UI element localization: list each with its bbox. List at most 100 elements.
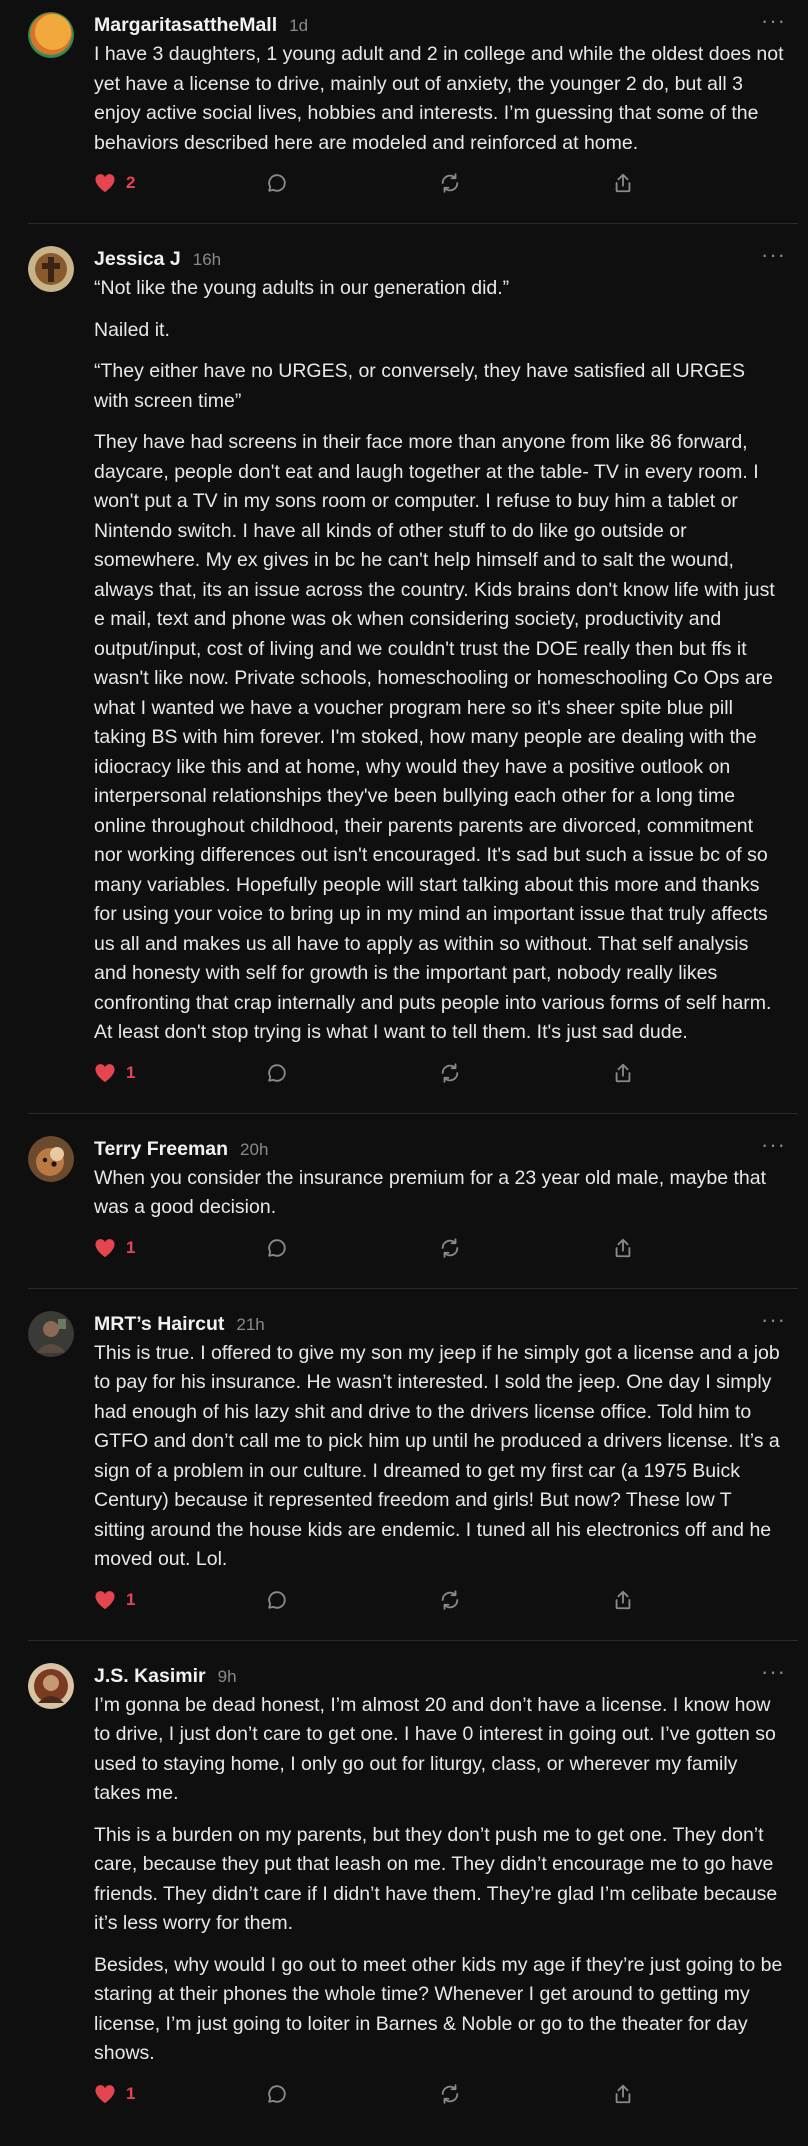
comment: ··· J.S. Kasimir 9h I’m gonna be dead ho… xyxy=(28,1641,798,2114)
author-name[interactable]: MRT’s Haircut xyxy=(94,1309,224,1339)
comment-bubble-icon xyxy=(268,1063,286,1082)
share-icon xyxy=(615,2084,631,2103)
comment-actions: 1 xyxy=(94,1580,784,1620)
comment-header: Jessica J 16h xyxy=(94,244,784,274)
author-name[interactable]: Terry Freeman xyxy=(94,1134,228,1164)
reply-button[interactable] xyxy=(266,1061,288,1085)
timestamp[interactable]: 20h xyxy=(240,1135,268,1165)
avatar[interactable] xyxy=(28,1662,74,1709)
comment: ··· Terry Freeman 20h When you consider … xyxy=(28,1114,798,1289)
reply-button[interactable] xyxy=(266,1236,288,1260)
cross-photo-avatar xyxy=(28,246,74,292)
comment-header: Terry Freeman 20h xyxy=(94,1134,784,1164)
like-count: 1 xyxy=(126,1062,136,1082)
avatar[interactable] xyxy=(28,1135,74,1182)
comment-paragraph: “Not like the young adults in our genera… xyxy=(94,277,510,299)
comment-actions: 2 xyxy=(94,163,784,203)
comment-paragraph: Besides, why would I go out to meet othe… xyxy=(94,1953,783,2065)
more-options-icon[interactable]: ··· xyxy=(761,1132,786,1158)
restack-button[interactable] xyxy=(439,1061,461,1085)
author-name[interactable]: J.S. Kasimir xyxy=(94,1661,206,1691)
comment-body: This is true. I offered to give my son m… xyxy=(94,1339,784,1575)
dog-photo-avatar xyxy=(28,1135,74,1182)
more-options-icon[interactable]: ··· xyxy=(761,1307,786,1333)
restack-icon xyxy=(441,1062,459,1083)
comment: ··· MRT’s Haircut 21h This is true. I of… xyxy=(28,1289,798,1641)
like-button[interactable]: 1 xyxy=(94,2082,135,2106)
comment-bubble-icon xyxy=(268,1238,286,1257)
comment-body: I have 3 daughters, 1 young adult and 2 … xyxy=(94,40,784,158)
avatar[interactable] xyxy=(28,1310,74,1357)
comment-header: J.S. Kasimir 9h xyxy=(94,1661,784,1691)
share-button[interactable] xyxy=(612,1061,634,1085)
like-count: 2 xyxy=(126,173,136,192)
share-button[interactable] xyxy=(612,2082,634,2106)
comment-body: When you consider the insurance premium … xyxy=(94,1164,784,1223)
comment-bubble-icon xyxy=(268,174,286,192)
like-button[interactable]: 1 xyxy=(94,1236,135,1260)
more-options-icon[interactable]: ··· xyxy=(761,1659,786,1685)
like-button[interactable]: 1 xyxy=(94,1061,135,1085)
like-count: 1 xyxy=(126,1589,136,1609)
orange-circle-avatar xyxy=(28,12,74,58)
comment-bubble-icon xyxy=(268,1590,286,1609)
comment-thread: ··· MargaritasattheMall 1d I have 3 daug… xyxy=(0,0,808,2114)
comment-actions: 1 xyxy=(94,1228,784,1268)
comment-paragraph: This is a burden on my parents, but they… xyxy=(94,1823,778,1935)
restack-button[interactable] xyxy=(439,171,461,195)
author-name[interactable]: MargaritasattheMall xyxy=(94,10,277,40)
reply-button[interactable] xyxy=(266,171,288,195)
share-icon xyxy=(615,173,631,193)
heart-icon xyxy=(95,1063,115,1082)
comment-paragraph: This is true. I offered to give my son m… xyxy=(94,1341,780,1571)
comment-header: MRT’s Haircut 21h xyxy=(94,1309,784,1339)
timestamp[interactable]: 21h xyxy=(236,1310,264,1340)
author-name[interactable]: Jessica J xyxy=(94,244,181,274)
timestamp[interactable]: 1d xyxy=(289,11,308,41)
like-button[interactable]: 2 xyxy=(94,171,135,195)
comment-bubble-icon xyxy=(268,2084,286,2103)
like-count: 1 xyxy=(126,2083,136,2103)
comment-actions: 1 xyxy=(94,1053,784,1093)
restack-button[interactable] xyxy=(439,1588,461,1612)
comment-paragraph: I’m gonna be dead honest, I’m almost 20 … xyxy=(94,1693,776,1805)
like-button[interactable]: 1 xyxy=(94,1588,135,1612)
reply-button[interactable] xyxy=(266,1588,288,1612)
avatar[interactable] xyxy=(28,12,74,58)
comment-paragraph: I have 3 daughters, 1 young adult and 2 … xyxy=(94,43,784,154)
timestamp[interactable]: 9h xyxy=(218,1662,237,1692)
comment-header: MargaritasattheMall 1d xyxy=(94,10,784,40)
restack-icon xyxy=(441,173,459,193)
share-button[interactable] xyxy=(612,1236,634,1260)
share-icon xyxy=(615,1238,631,1257)
comment-paragraph: “They either have no URGES, or conversel… xyxy=(94,360,746,412)
avatar[interactable] xyxy=(28,246,74,292)
like-count: 1 xyxy=(126,1237,136,1257)
comment-actions: 1 xyxy=(94,2074,784,2114)
share-icon xyxy=(615,1063,631,1082)
share-button[interactable] xyxy=(612,171,634,195)
comment-body: I’m gonna be dead honest, I’m almost 20 … xyxy=(94,1691,784,2069)
share-button[interactable] xyxy=(612,1588,634,1612)
more-options-icon[interactable]: ··· xyxy=(761,8,786,34)
more-options-icon[interactable]: ··· xyxy=(761,242,786,268)
comment-paragraph: Nailed it. xyxy=(94,318,170,341)
comment-paragraph: When you consider the insurance premium … xyxy=(94,1166,767,1219)
heart-icon xyxy=(95,1590,115,1609)
restack-icon xyxy=(441,2083,459,2104)
comment-paragraph: They have had screens in their face more… xyxy=(94,431,775,1043)
timestamp[interactable]: 16h xyxy=(193,245,221,275)
reply-button[interactable] xyxy=(266,2082,288,2106)
heart-icon xyxy=(95,1238,115,1257)
comment-body: “Not like the young adults in our genera… xyxy=(94,274,784,1048)
heart-icon xyxy=(95,2084,115,2103)
portrait-photo-avatar xyxy=(28,1662,74,1709)
restack-button[interactable] xyxy=(439,1236,461,1260)
restack-button[interactable] xyxy=(439,2082,461,2106)
share-icon xyxy=(615,1590,631,1609)
comment: ··· Jessica J 16h “Not like the young ad… xyxy=(28,224,798,1114)
restack-icon xyxy=(441,1237,459,1258)
person-photo-avatar xyxy=(28,1310,74,1357)
comment: ··· MargaritasattheMall 1d I have 3 daug… xyxy=(28,0,798,224)
heart-icon xyxy=(95,174,115,193)
